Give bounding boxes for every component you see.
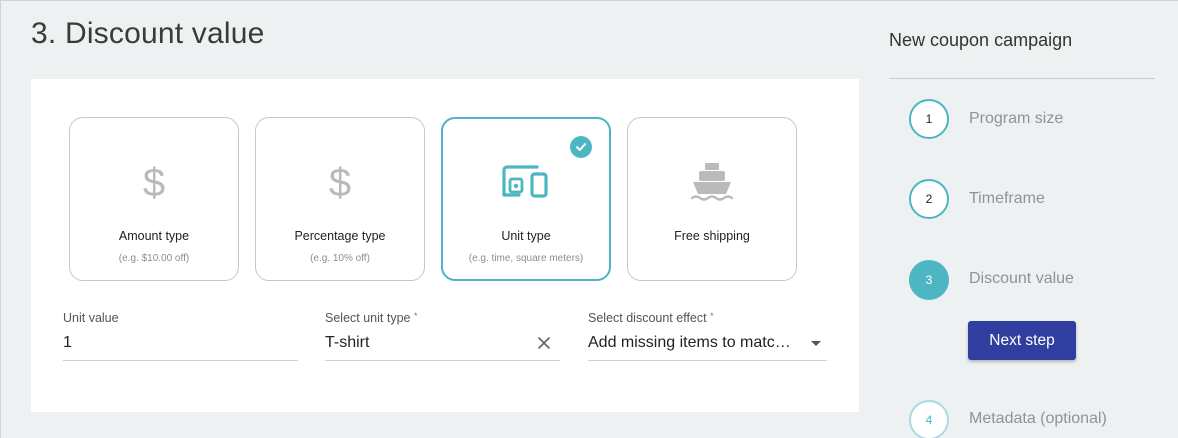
step-4-indicator[interactable]: 4 bbox=[909, 400, 949, 438]
discount-effect-select[interactable]: Add missing items to matc… bbox=[588, 330, 827, 361]
unit-value-field: Unit value 1 bbox=[63, 311, 298, 361]
unit-type-select[interactable]: T-shirt bbox=[325, 330, 560, 361]
card-subtitle: (e.g. time, square meters) bbox=[468, 253, 584, 264]
discount-effect-value: Add missing items to matc… bbox=[588, 334, 791, 351]
dollar-icon: $ bbox=[142, 161, 166, 205]
devices-icon bbox=[443, 159, 609, 209]
sidebar-divider bbox=[889, 78, 1155, 79]
required-mark: * bbox=[710, 311, 714, 321]
card-amount-type[interactable]: $ Amount type (e.g. $10.00 off) bbox=[69, 117, 239, 281]
card-subtitle: (e.g. 10% off) bbox=[310, 253, 370, 264]
close-icon[interactable] bbox=[536, 334, 552, 350]
page-title: 3. Discount value bbox=[31, 17, 265, 50]
check-icon bbox=[570, 136, 592, 158]
step-3-label: Discount value bbox=[969, 270, 1074, 287]
card-title: Unit type bbox=[501, 229, 551, 243]
discount-type-panel: $ Amount type (e.g. $10.00 off) $ Percen… bbox=[31, 79, 859, 412]
step-4-label[interactable]: Metadata (optional) bbox=[969, 410, 1107, 428]
step-1-label[interactable]: Program size bbox=[969, 110, 1063, 128]
card-percentage-type[interactable]: $ Percentage type (e.g. 10% off) bbox=[255, 117, 425, 281]
next-step-button[interactable]: Next step bbox=[968, 321, 1076, 360]
card-title: Percentage type bbox=[294, 229, 386, 243]
unit-type-field: Select unit type * T-shirt bbox=[325, 311, 560, 361]
sidebar-title: New coupon campaign bbox=[889, 30, 1073, 50]
required-mark: * bbox=[413, 311, 418, 321]
card-title: Free shipping bbox=[674, 229, 750, 243]
unit-value-input[interactable]: 1 bbox=[63, 330, 298, 361]
card-title: Amount type bbox=[118, 229, 190, 243]
card-unit-type[interactable]: Unit type (e.g. time, square meters) bbox=[441, 117, 611, 281]
step-1-indicator[interactable]: 1 bbox=[909, 99, 949, 139]
step-2-indicator[interactable]: 2 bbox=[909, 179, 949, 219]
card-free-shipping[interactable]: Free shipping bbox=[627, 117, 797, 281]
discount-effect-field: Select discount effect * Add missing ite… bbox=[588, 311, 827, 361]
step-2-label[interactable]: Timeframe bbox=[969, 190, 1045, 208]
unit-type-value: T-shirt bbox=[325, 334, 370, 351]
chevron-down-icon[interactable] bbox=[811, 341, 821, 346]
unit-type-label: Select unit type bbox=[325, 311, 411, 325]
dollar-icon: $ bbox=[328, 161, 352, 205]
discount-effect-label: Select discount effect bbox=[588, 311, 707, 325]
step-3-indicator: 3 bbox=[909, 260, 949, 300]
ship-icon bbox=[628, 158, 796, 208]
card-subtitle: (e.g. $10.00 off) bbox=[118, 253, 190, 264]
unit-value-label: Unit value bbox=[63, 311, 119, 325]
